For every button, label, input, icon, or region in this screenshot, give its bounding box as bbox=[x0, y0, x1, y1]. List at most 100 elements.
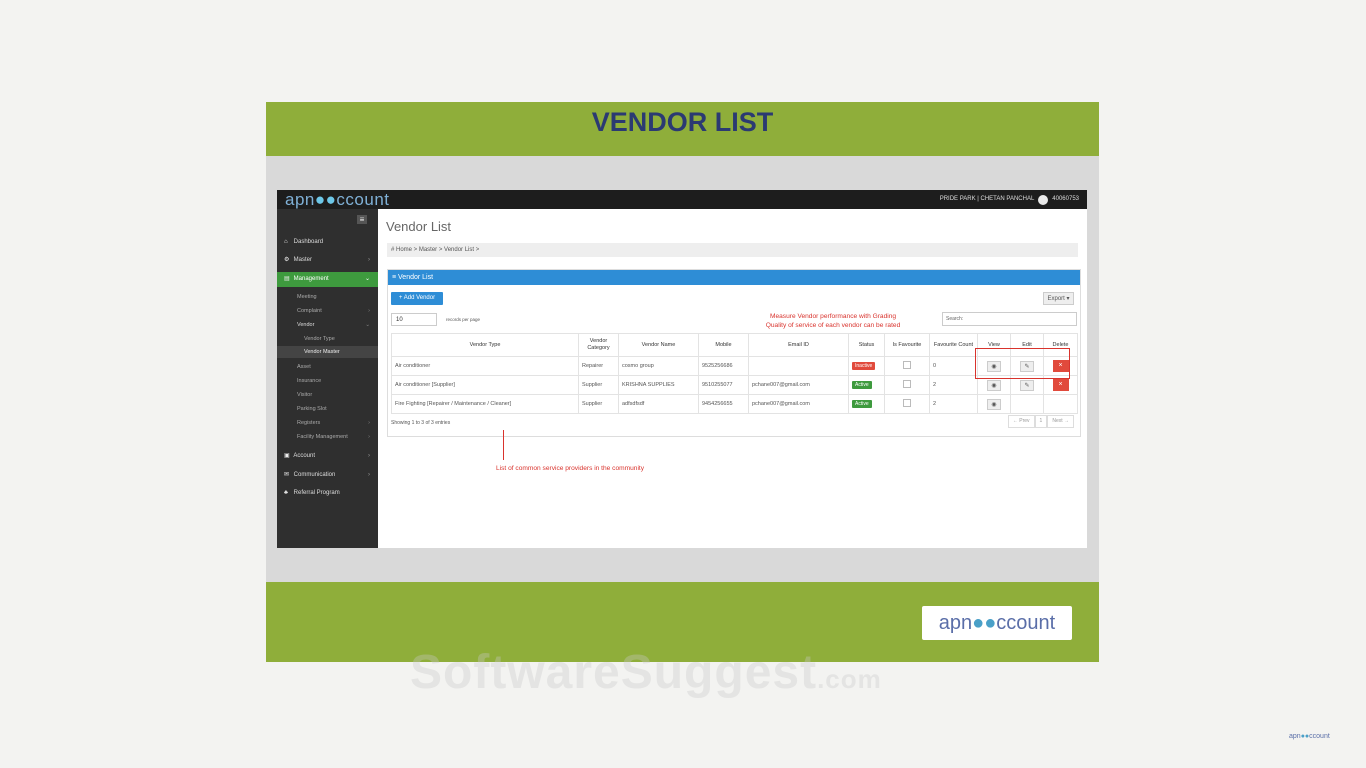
chat-icon: ✉ bbox=[284, 472, 290, 478]
status-badge: Active bbox=[852, 400, 872, 408]
sidebar-sub-insurance[interactable]: Insurance bbox=[277, 375, 378, 387]
sidebar-label: Facility Management bbox=[297, 434, 348, 440]
chevron-down-icon: ⌄ bbox=[365, 322, 370, 328]
sidebar-item-account[interactable]: ▣ Account › bbox=[277, 449, 378, 464]
next-page-button[interactable]: Next → bbox=[1047, 415, 1074, 428]
table-info: Showing 1 to 3 of 3 entries bbox=[391, 420, 451, 426]
society-name: PRIDE PARK | CHETAN PANCHAL bbox=[939, 196, 1035, 202]
menu-toggle-icon[interactable]: ≡ bbox=[357, 215, 367, 224]
col-favourite-count[interactable]: Favourite Count bbox=[929, 333, 978, 357]
sidebar-label: Dashboard bbox=[293, 239, 324, 245]
sidebar-sub-meeting[interactable]: Meeting bbox=[277, 291, 378, 303]
sidebar-sub-parking-slot[interactable]: Parking Slot bbox=[277, 403, 378, 415]
cell-name: KRISHNA SUPPLIES bbox=[618, 375, 699, 395]
apnaccount-logo: apn ●● ccount bbox=[922, 606, 1072, 640]
sidebar-item-communication[interactable]: ✉ Communication › bbox=[277, 468, 378, 483]
chevron-right-icon: › bbox=[368, 257, 370, 263]
home-icon: ⌂ bbox=[284, 239, 288, 245]
breadcrumb[interactable]: # Home > Master > Vendor List > bbox=[387, 243, 1078, 257]
building-icon: ▤ bbox=[284, 276, 290, 282]
sidebar-item-dashboard[interactable]: ⌂ Dashboard bbox=[277, 235, 378, 250]
sidebar: ≡ ⌂ Dashboard ⚙ Master › ▤ Management ⌄ Me… bbox=[277, 209, 378, 548]
sidebar-item-master[interactable]: ⚙ Master › bbox=[277, 253, 378, 268]
logo-text-pre: apn bbox=[938, 611, 973, 634]
prev-page-button[interactable]: ← Prev bbox=[1007, 415, 1035, 428]
col-vendor-category[interactable]: Vendor Category bbox=[578, 333, 619, 357]
edit-pencil-icon[interactable]: ✎ bbox=[1020, 379, 1034, 391]
sidebar-label: Complaint bbox=[297, 308, 322, 314]
cell-view: ◉ bbox=[977, 394, 1011, 414]
col-is-favourite[interactable]: Is Favourite bbox=[884, 333, 930, 357]
cell-is-favourite bbox=[884, 394, 930, 414]
sidebar-label: Registers bbox=[297, 420, 321, 426]
col-mobile[interactable]: Mobile bbox=[698, 333, 749, 357]
search-input[interactable]: Search: bbox=[942, 312, 1077, 326]
cell-vendor-type: Air conditioner [Supplier] bbox=[391, 375, 579, 395]
view-eye-icon[interactable]: ◉ bbox=[987, 379, 1001, 391]
page-title: Vendor List bbox=[386, 219, 452, 234]
sidebar-label: Communication bbox=[293, 472, 336, 478]
favourite-checkbox[interactable] bbox=[903, 399, 911, 407]
grading-annotation: Measure Vendor performance with Grading … bbox=[708, 312, 958, 330]
panel-title: ≡ Vendor List bbox=[388, 270, 1080, 285]
corner-logo-mid: ●● bbox=[1300, 733, 1310, 740]
sidebar-sub-facility[interactable]: Facility Management › bbox=[277, 431, 378, 443]
cell-edit bbox=[1010, 394, 1044, 414]
favourite-checkbox[interactable] bbox=[903, 380, 911, 388]
money-icon: ▣ bbox=[284, 453, 290, 459]
col-vendor-type[interactable]: Vendor Type bbox=[391, 333, 579, 357]
col-vendor-name[interactable]: Vendor Name bbox=[618, 333, 699, 357]
sidebar-sub-asset[interactable]: Asset bbox=[277, 361, 378, 373]
corner-logo: apn●●ccount bbox=[1289, 733, 1330, 740]
sidebar-sub-vendor[interactable]: Vendor ⌄ bbox=[277, 319, 378, 331]
cell-mobile: 9454256655 bbox=[698, 394, 749, 414]
pagination: ← Prev 1 Next → bbox=[1007, 415, 1074, 428]
cell-vendor-type: Air conditioner bbox=[391, 356, 579, 376]
corner-logo-pre: apn bbox=[1289, 733, 1301, 740]
page-length-select[interactable]: 10 bbox=[391, 313, 437, 326]
sidebar-label: Referral Program bbox=[293, 490, 340, 496]
cell-status: Active bbox=[848, 394, 885, 414]
brand-text-pre: apn bbox=[285, 190, 315, 209]
providers-annotation: List of common service providers in the … bbox=[496, 465, 645, 472]
sidebar-item-management[interactable]: ▤ Management ⌄ bbox=[277, 272, 378, 287]
corner-logo-post: ccount bbox=[1309, 733, 1330, 740]
favourite-checkbox[interactable] bbox=[903, 361, 911, 369]
sitemap-icon: ♣ bbox=[284, 490, 288, 496]
annotation-line: Measure Vendor performance with Grading bbox=[769, 313, 897, 320]
sidebar-sub-registers[interactable]: Registers › bbox=[277, 417, 378, 429]
annotation-line: Quality of service of each vendor can be… bbox=[765, 322, 901, 329]
export-button[interactable]: Export ▾ bbox=[1043, 292, 1074, 305]
gears-icon: ⚙ bbox=[284, 257, 290, 263]
col-email[interactable]: Email ID bbox=[748, 333, 849, 357]
cell-fav-count: 2 bbox=[929, 394, 978, 414]
table-row: Fire Fighting [Repairer / Maintenance / … bbox=[391, 394, 1078, 414]
cell-email: pchane007@gmail.com bbox=[748, 375, 849, 395]
chevron-right-icon: › bbox=[368, 308, 370, 314]
sidebar-item-referral[interactable]: ♣ Referral Program bbox=[277, 486, 378, 501]
sidebar-sub-complaint[interactable]: Complaint › bbox=[277, 305, 378, 317]
cell-category: Repairer bbox=[578, 356, 619, 376]
annotation-pointer bbox=[503, 430, 504, 460]
delete-x-icon[interactable]: × bbox=[1052, 379, 1069, 391]
watermark-suffix: .com bbox=[817, 664, 882, 694]
sidebar-label: Management bbox=[293, 276, 329, 282]
chevron-right-icon: › bbox=[368, 453, 370, 459]
sidebar-sub-visitor[interactable]: Visitor bbox=[277, 389, 378, 401]
user-info[interactable]: PRIDE PARK | CHETAN PANCHAL 40060753 bbox=[940, 190, 1079, 209]
watermark: SoftwareSuggest.com bbox=[410, 645, 882, 700]
brand-text-post: ccount bbox=[336, 190, 390, 209]
chevron-right-icon: › bbox=[368, 420, 370, 426]
add-vendor-button[interactable]: + Add Vendor bbox=[391, 292, 443, 305]
user-icon bbox=[1038, 194, 1049, 205]
page-1-button[interactable]: 1 bbox=[1034, 415, 1048, 428]
cell-fav-count: 0 bbox=[929, 356, 978, 376]
chevron-right-icon: › bbox=[368, 434, 370, 440]
view-eye-icon[interactable]: ◉ bbox=[987, 398, 1001, 410]
brand-logo[interactable]: apn●●ccount bbox=[285, 190, 390, 209]
sidebar-sub-vendor-type[interactable]: Vendor Type bbox=[277, 333, 378, 345]
sidebar-label: Account bbox=[293, 453, 316, 459]
sidebar-sub-vendor-master[interactable]: Vendor Master bbox=[277, 346, 378, 358]
cell-is-favourite bbox=[884, 356, 930, 376]
col-status[interactable]: Status bbox=[848, 333, 885, 357]
